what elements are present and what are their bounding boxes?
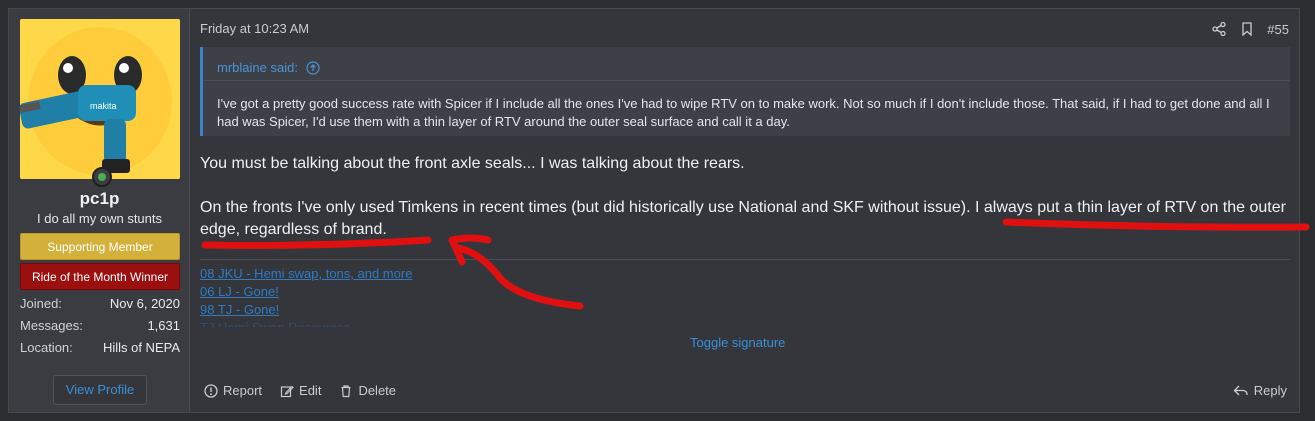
message-paragraph: You must be talking about the front axle… [200, 155, 745, 172]
quote-block: mrblaine said: I've got a pretty good su… [200, 47, 1290, 136]
reply-icon [1233, 385, 1248, 395]
online-status-icon [92, 167, 112, 187]
quote-header[interactable]: mrblaine said: [203, 47, 1290, 81]
stat-value: Nov 6, 2020 [109, 296, 180, 311]
edit-icon [280, 385, 294, 397]
post-number-link[interactable]: #55 [1267, 22, 1289, 37]
signature: 08 JKU - Hemi swap, tons, and more 06 LJ… [200, 265, 600, 327]
delete-button[interactable]: Delete [339, 383, 396, 398]
bookmark-icon[interactable] [1239, 21, 1255, 37]
edit-label: Edit [299, 383, 322, 398]
signature-link[interactable]: 06 LJ - Gone! [200, 283, 600, 301]
delete-label: Delete [358, 383, 397, 398]
toggle-signature-link[interactable]: Toggle signature [690, 335, 785, 350]
svg-text:makita: makita [90, 101, 117, 111]
view-profile-button[interactable]: View Profile [53, 375, 147, 405]
report-button[interactable]: Report [204, 383, 262, 398]
stat-label: Messages: [20, 318, 83, 333]
supporting-member-banner: Supporting Member [20, 233, 180, 260]
message-paragraph: On the fronts I've only used Timkens in … [200, 199, 1286, 238]
avatar[interactable]: makita [20, 19, 180, 179]
signature-divider [200, 259, 1290, 260]
stat-label: Joined: [20, 296, 62, 311]
username[interactable]: pc1p [9, 189, 190, 209]
reply-label: Reply [1253, 383, 1287, 398]
share-icon[interactable] [1211, 21, 1227, 37]
trash-icon [341, 384, 351, 397]
user-title: I do all my own stunts [37, 211, 162, 226]
quote-body: I've got a pretty good success rate with… [217, 96, 1270, 129]
stat-value: Hills of NEPA [102, 340, 180, 355]
edit-button[interactable]: Edit [280, 383, 321, 398]
signature-link[interactable]: TJ Hemi Swap Resources [200, 319, 600, 327]
post-content: Friday at 10:23 AM #55 mrblaine said: I'… [190, 9, 1299, 412]
stat-messages: Messages: 1,631 [20, 318, 180, 333]
forum-post: makita pc1p I do all my own stunts Suppo… [8, 8, 1300, 413]
stat-label: Location: [20, 340, 73, 355]
stat-joined: Joined: Nov 6, 2020 [20, 296, 180, 311]
report-label: Report [223, 383, 263, 398]
post-footer-actions: Report Edit Delete [204, 383, 396, 398]
signature-link[interactable]: 98 TJ - Gone! [200, 301, 600, 319]
message-body: You must be talking about the front axle… [200, 153, 1300, 241]
post-date[interactable]: Friday at 10:23 AM [200, 21, 309, 36]
reply-button[interactable]: Reply [1233, 383, 1287, 398]
arrow-up-circle-icon[interactable] [305, 61, 320, 78]
user-sidebar: makita pc1p I do all my own stunts Suppo… [9, 9, 190, 412]
ride-of-month-banner: Ride of the Month Winner [20, 263, 180, 290]
post-top-actions: #55 [1211, 21, 1289, 37]
report-icon [204, 383, 218, 398]
avatar-emoji-image: makita [20, 19, 180, 179]
quote-author[interactable]: mrblaine said: [217, 60, 298, 75]
stat-value: 1,631 [147, 318, 180, 333]
signature-link[interactable]: 08 JKU - Hemi swap, tons, and more [200, 265, 600, 283]
stat-location: Location: Hills of NEPA [20, 340, 180, 355]
